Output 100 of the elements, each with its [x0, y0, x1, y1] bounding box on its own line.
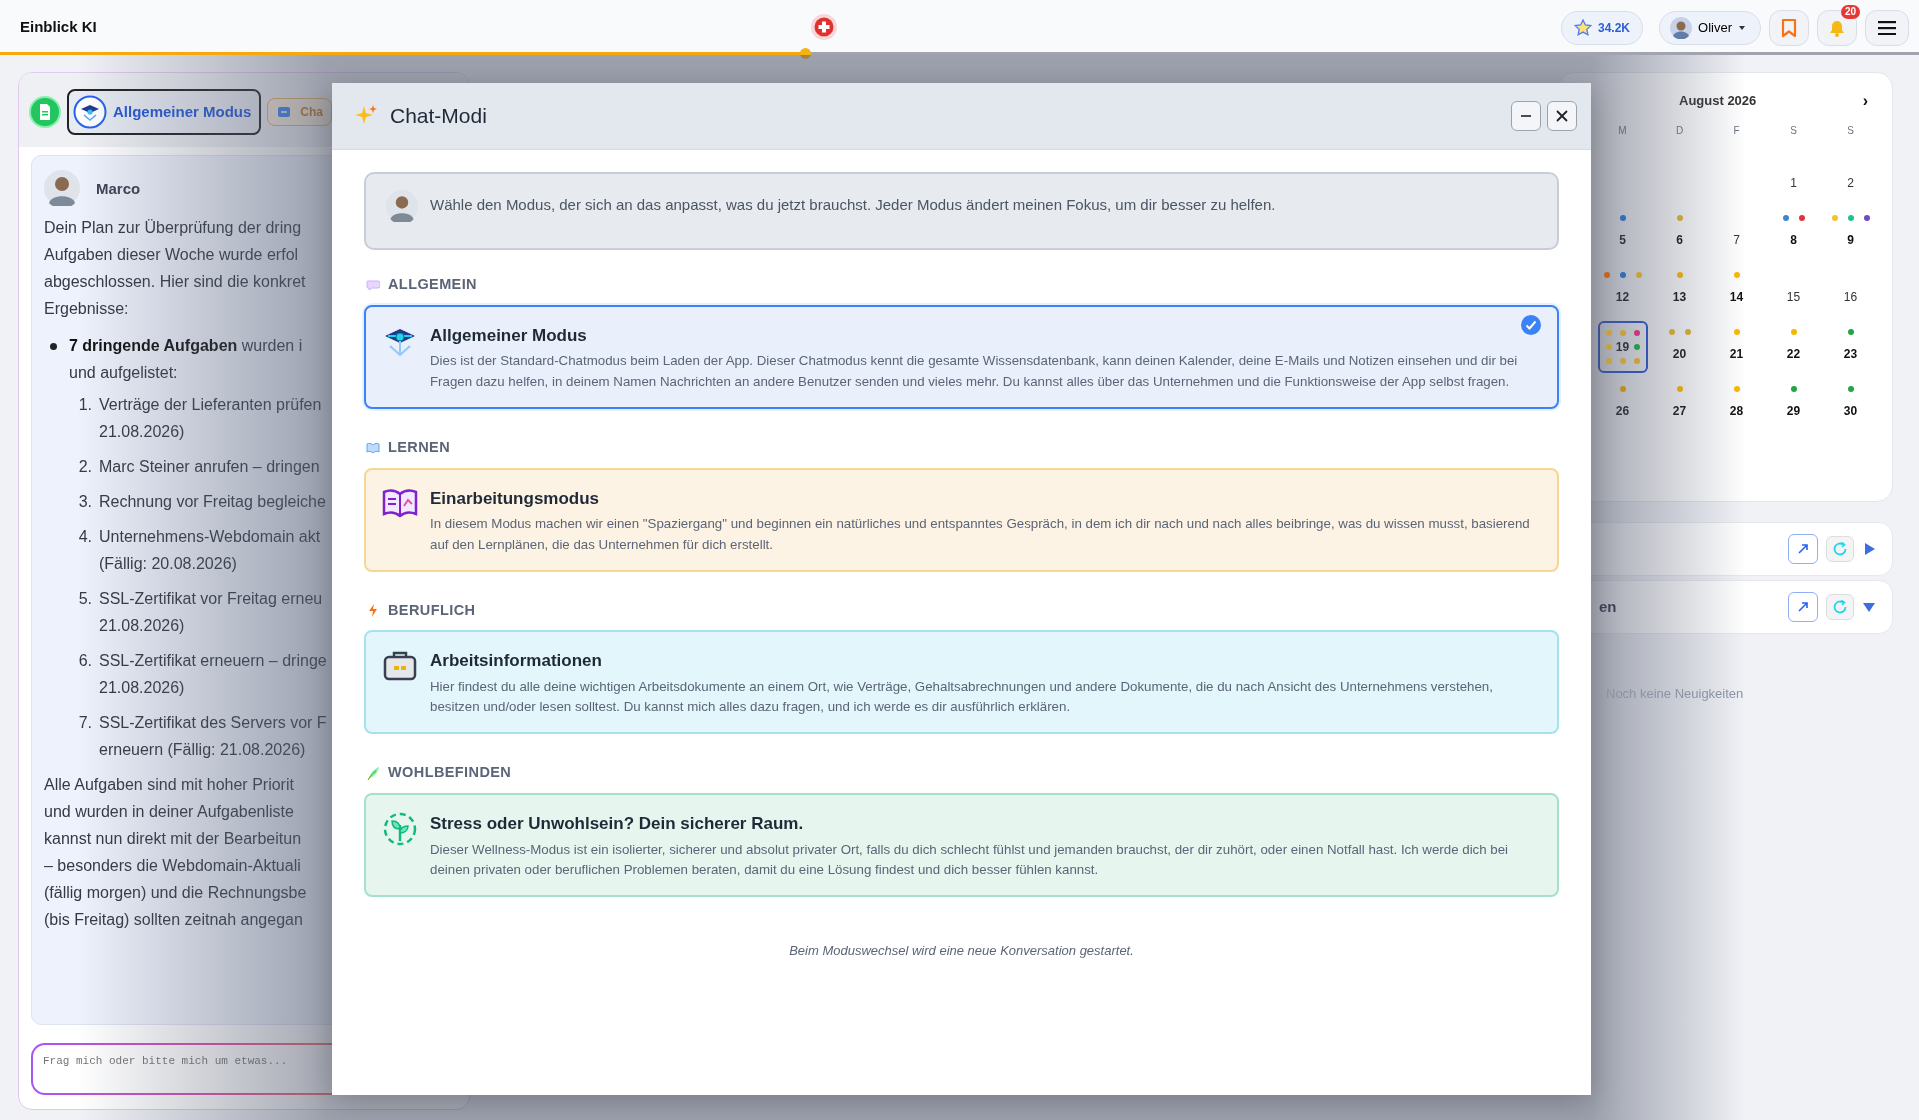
calendar-day[interactable]: 15	[1768, 263, 1819, 316]
open-button[interactable]	[1788, 534, 1818, 564]
mode-description: Hier findest du alle deine wichtigen Arbeitsdokumente an einem Ort, wie Verträge, Gehaltsabrechnungen und andere Dokumente, die du nach Ansicht des Unternehmens verstehen, besitzen und/oder lesen solltest. Du kannst mich alles dazu fragen, und ich werde es dir ausführlich erklären.	[430, 677, 1494, 717]
calendar-day[interactable]: 8	[1768, 206, 1819, 259]
calendar-day[interactable]: 19	[1597, 320, 1648, 373]
mode-title: Stress oder Unwohlsein? Dein sicherer Raum.	[430, 813, 805, 835]
weekday-label: M	[1617, 124, 1628, 138]
intro-text: Wähle den Modus, der sich an das anpasst, was du jetzt brauchst. Jeder Modus ändert meinen Fokus, um dir besser zu helfen.	[430, 195, 1276, 215]
list-number: 1.	[77, 395, 92, 415]
calendar-day[interactable]: 29	[1768, 377, 1819, 430]
book-icon	[366, 440, 380, 455]
weekday-label: S	[1789, 124, 1798, 138]
message-text: Rechnung vor Freitag begleiche	[99, 492, 326, 512]
message-text: Aufgaben dieser Woche wurde erfol	[44, 245, 299, 265]
mode-title: Allgemeiner Modus	[430, 324, 588, 347]
calendar-day[interactable]: 28	[1711, 377, 1762, 430]
message-text: kannst nun direkt mit der Bearbeitun	[44, 829, 302, 849]
calendar-day[interactable]: 1	[1768, 149, 1819, 202]
widget-title: en	[1598, 596, 1618, 617]
calendar-day[interactable]: 20	[1654, 320, 1705, 373]
next-month-button[interactable]: ›	[1858, 89, 1872, 113]
speech-bubble-icon	[366, 277, 380, 292]
list-number: 2.	[77, 457, 92, 477]
close-button[interactable]	[1547, 101, 1577, 131]
mode-title: Arbeitsinformationen	[430, 650, 603, 673]
mode-card[interactable]	[364, 304, 1559, 409]
list-number: 3.	[77, 492, 92, 512]
avatar-icon	[1670, 16, 1693, 39]
calendar-day[interactable]: 13	[1654, 263, 1705, 316]
minimize-button[interactable]	[1511, 101, 1541, 131]
calendar-day[interactable]: 22	[1768, 320, 1819, 373]
lightning-icon	[366, 603, 380, 618]
calendar-day[interactable]: 6	[1654, 206, 1705, 259]
message-text: Verträge der Lieferanten prüfen	[99, 395, 322, 415]
bookmark-button[interactable]	[1769, 9, 1809, 46]
check-icon	[1521, 314, 1541, 335]
avatar-icon	[386, 190, 418, 222]
calendar-day[interactable]: 7	[1711, 206, 1762, 259]
weekday-label: D	[1674, 124, 1685, 138]
message-text: Dein Plan zur Überprüfung der dring	[44, 218, 302, 238]
section-label: ALLGEMEIN	[388, 275, 477, 294]
message-text: und wurden in deiner Aufgabenliste	[44, 802, 294, 822]
calendar-day[interactable]: 30	[1825, 377, 1876, 430]
message-text: SSL-Zertifikat erneuern – dringe	[99, 651, 327, 671]
message-text: 21.08.2026)	[99, 422, 185, 442]
mode-description: Dies ist der Standard-Chatmodus beim Laden der App. Dieser Chatmodus kennt die gesamte Wissensdatenbank, kann deinen Kalender, deine E-Mails und Notizen einsehen und dir bei Fragen dazu helfen, in deinem Namen Nachrichten an andere Benutzer senden und vieles mehr. Du kannst alles über das Unternehmen und die Funktionsweise der App selbst fragen.	[430, 352, 1519, 391]
calendar-day[interactable]: 12	[1597, 263, 1648, 316]
graduation-cap-icon	[73, 95, 107, 129]
menu-button[interactable]	[1865, 9, 1909, 46]
message-text: Ergebnisse:	[44, 299, 129, 319]
list-number: 5.	[77, 589, 92, 609]
calendar-day[interactable]: 26	[1597, 377, 1648, 430]
message-text: 21.08.2026)	[99, 616, 185, 636]
refresh-icon	[1832, 541, 1848, 557]
calendar-day[interactable]: 14	[1711, 263, 1762, 316]
weekday-label: F	[1732, 124, 1741, 138]
calendar-day[interactable]: 5	[1597, 206, 1648, 259]
mode-description: Dieser Wellness-Modus ist ein isolierter, sicherer und absolut privater Ort, falls du dich schlecht fühlst und jemanden brauchst, der dir zuhört, oder einen Notfall hast. Ich werde dich bei deinen privaten oder beruflichen Problemen beraten, damit du eine Lösung findest und dich besser fühlen kannst.	[430, 840, 1510, 879]
collapse-icon[interactable]	[1862, 600, 1876, 614]
app-title: Einblick KI	[20, 17, 97, 38]
list-number: 6.	[77, 651, 92, 671]
close-icon	[1555, 109, 1569, 123]
swiss-cross-icon	[810, 13, 838, 41]
message-text: erneuern (Fällig: 21.08.2026)	[99, 740, 306, 760]
list-number: 4.	[77, 527, 92, 547]
user-menu[interactable]: Oliver	[1659, 10, 1761, 45]
weekday-label: S	[1846, 124, 1855, 138]
message-text: Unternehmens-Webdomain akt	[99, 527, 321, 547]
message-text: 21.08.2026)	[99, 678, 185, 698]
footer-note: Beim Moduswechsel wird eine neue Konversation gestartet.	[788, 942, 1135, 960]
calendar-day[interactable]: 27	[1654, 377, 1705, 430]
arrow-icon	[1797, 543, 1809, 555]
message-text: 7 dringende Aufgaben wurden i	[69, 336, 303, 356]
author-name: Marco	[96, 178, 141, 199]
message-text: abgeschlossen. Hier sind die konkret	[44, 272, 306, 292]
leaf-icon	[366, 766, 380, 781]
bookmark-icon	[1781, 17, 1797, 38]
message-text: SSL-Zertifikat des Servers vor F	[99, 713, 327, 733]
menu-icon	[1878, 20, 1896, 35]
calendar-day[interactable]: 21	[1711, 320, 1762, 373]
open-button[interactable]	[1788, 592, 1818, 622]
message-text: (fällig morgen) und die Rechnungsbe	[44, 883, 307, 903]
favorites-button[interactable]: 34.2K	[1561, 10, 1644, 45]
notification-badge: 20	[1840, 4, 1860, 19]
calendar-day[interactable]: 16	[1825, 263, 1876, 316]
document-icon	[29, 96, 61, 128]
calendar-day[interactable]: 2	[1825, 149, 1876, 202]
message-text: (bis Freitag) sollten zeitnah angegan	[44, 910, 303, 930]
list-number: 7.	[77, 713, 92, 733]
section-label: LERNEN	[388, 437, 450, 457]
message-text: – besonders die Webdomain-Aktuali	[44, 856, 301, 876]
section-label: WOHLBEFINDEN	[388, 763, 512, 783]
message-text: und aufgelistet:	[69, 363, 178, 383]
expand-icon[interactable]	[1862, 542, 1876, 556]
message-text: (Fällig: 20.08.2026)	[99, 554, 237, 574]
mode-tab[interactable]: Allgemeiner Modus	[67, 89, 262, 135]
calendar-day[interactable]: 9	[1825, 206, 1876, 259]
message-text: Alle Aufgaben sind mit hoher Priorit	[44, 775, 294, 795]
modal-title: Chat-Modi	[390, 103, 488, 130]
calendar-day[interactable]: 23	[1825, 320, 1876, 373]
